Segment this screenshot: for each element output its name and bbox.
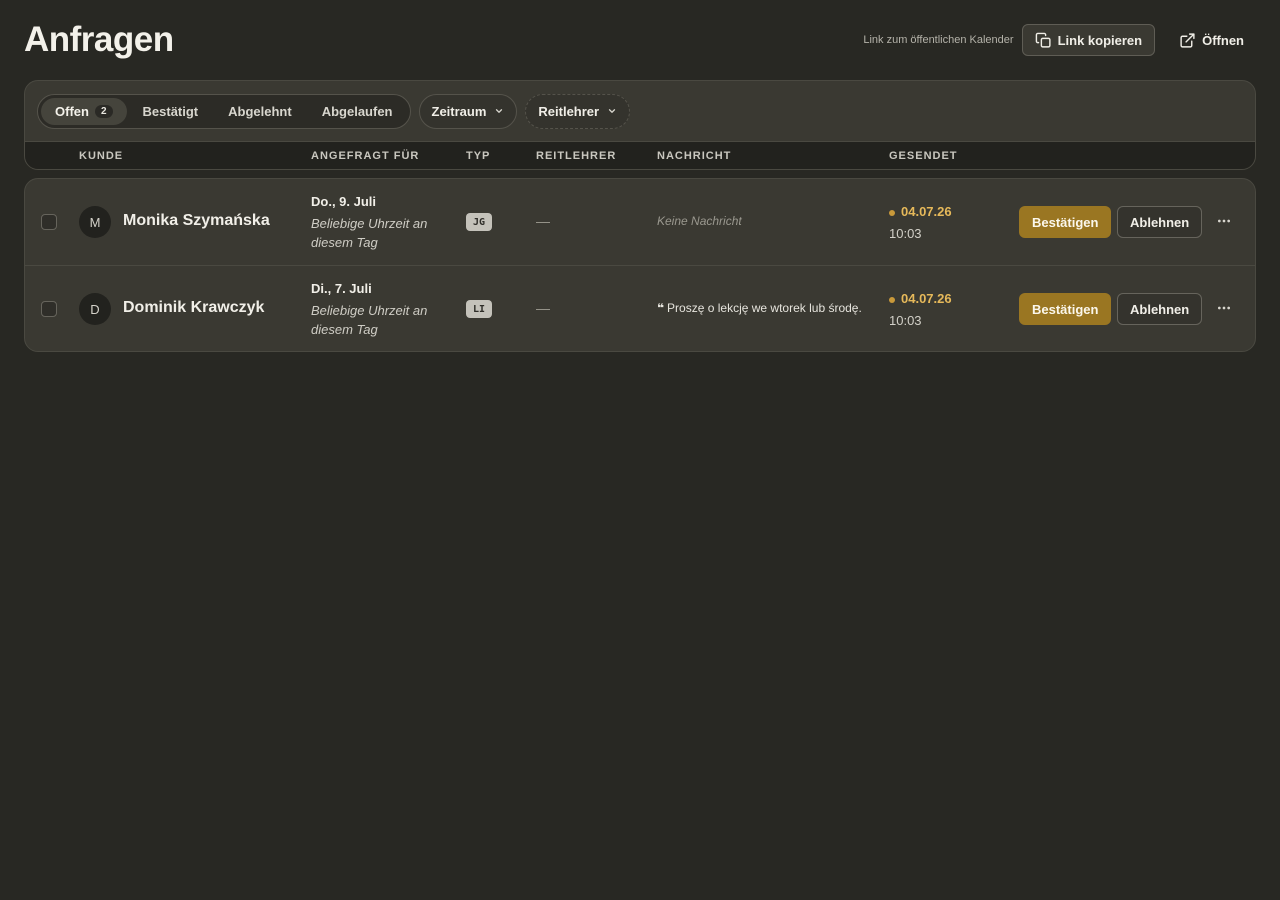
tab-confirmed[interactable]: Bestätigt (129, 98, 213, 125)
open-link-label: Öffnen (1202, 32, 1244, 48)
column-header-teacher: REITLEHRER (536, 150, 617, 162)
status-tabs: Offen 2 Bestätigt Abgelehnt Abgelaufen (37, 93, 411, 129)
chevron-down-icon (607, 106, 617, 116)
column-header-requested-for: ANGEFRAGT FÜR (311, 150, 420, 162)
avatar: D (79, 293, 111, 325)
tab-open-label: Offen (55, 103, 89, 119)
confirm-button[interactable]: Bestätigen (1019, 206, 1112, 238)
sent-date: 04.07.26 (901, 291, 952, 306)
tab-expired-label: Abgelaufen (321, 103, 393, 119)
page-title: Anfragen (24, 20, 174, 59)
tab-open[interactable]: Offen 2 (41, 97, 127, 125)
table-row: M Monika Szymańska Do., 9. Juli Beliebig… (25, 179, 1255, 265)
table-header: KUNDE ANGEFRAGT FÜR TYP REITLEHRER NACHR… (25, 141, 1255, 169)
open-count-badge: 2 (94, 104, 113, 118)
period-dropdown[interactable]: Zeitraum (418, 93, 518, 129)
tab-rejected[interactable]: Abgelehnt (214, 98, 306, 125)
more-options-button[interactable] (1213, 297, 1235, 319)
tab-confirmed-label: Bestätigt (142, 103, 199, 119)
column-header-type: TYP (466, 150, 491, 162)
requested-time: Beliebige Uhrzeit an diesem Tag (311, 216, 428, 250)
filter-card: Offen 2 Bestätigt Abgelehnt Abgelaufen Z… (24, 80, 1256, 170)
message-content: Proszę o lekcję we wtorek lub środę. (667, 301, 862, 315)
sent-indicator-dot (889, 297, 895, 303)
teacher-dropdown-label: Reitlehrer (538, 103, 600, 119)
message-text: Keine Nachricht (657, 214, 742, 228)
avatar: M (79, 206, 111, 238)
open-link-button[interactable]: Öffnen (1163, 24, 1256, 56)
period-dropdown-label: Zeitraum (431, 103, 487, 119)
more-horizontal-icon (1216, 213, 1232, 229)
copy-link-label: Link kopieren (1057, 32, 1143, 48)
public-link-label: Link zum öffentlichen Kalender (863, 34, 1014, 46)
filter-bar: Offen 2 Bestätigt Abgelehnt Abgelaufen Z… (25, 81, 1255, 141)
tab-rejected-label: Abgelehnt (228, 103, 292, 119)
row-checkbox[interactable] (41, 301, 57, 317)
requested-time: Beliebige Uhrzeit an diesem Tag (311, 303, 428, 337)
copy-icon (1035, 32, 1052, 49)
external-link-icon (1179, 32, 1196, 49)
table-row: D Dominik Krawczyk Di., 7. Juli Beliebig… (25, 265, 1255, 351)
top-actions: Link zum öffentlichen Kalender Link kopi… (863, 24, 1256, 56)
teacher-dropdown[interactable]: Reitlehrer (525, 93, 631, 129)
reject-button[interactable]: Ablehnen (1117, 293, 1203, 325)
sent-date: 04.07.26 (901, 204, 952, 219)
customer-name: Monika Szymańska (123, 212, 270, 229)
customer-name: Dominik Krawczyk (123, 299, 265, 316)
chevron-down-icon (494, 106, 504, 116)
column-header-message: NACHRICHT (657, 150, 732, 162)
more-options-button[interactable] (1213, 210, 1235, 232)
quote-icon: ❝ (657, 301, 665, 315)
type-badge: JG (466, 213, 493, 231)
column-header-customer: KUNDE (79, 150, 124, 162)
row-checkbox[interactable] (41, 214, 57, 230)
reject-button[interactable]: Ablehnen (1117, 206, 1203, 238)
requested-date: Do., 9. Juli (311, 194, 377, 209)
sent-indicator-dot (889, 210, 895, 216)
more-horizontal-icon (1216, 300, 1232, 316)
requested-date: Di., 7. Juli (311, 281, 372, 296)
message-text: ❝ Proszę o lekcję we wtorek lub środę. (657, 301, 862, 315)
confirm-button[interactable]: Bestätigen (1019, 293, 1112, 325)
tab-expired[interactable]: Abgelaufen (308, 98, 407, 125)
copy-link-button[interactable]: Link kopieren (1021, 24, 1156, 56)
type-badge: LI (466, 300, 493, 318)
teacher-value: — (536, 300, 550, 316)
sent-time: 10:03 (889, 226, 922, 241)
column-header-sent: GESENDET (889, 150, 958, 162)
teacher-value: — (536, 213, 550, 229)
sent-time: 10:03 (889, 313, 922, 328)
requests-table: M Monika Szymańska Do., 9. Juli Beliebig… (24, 178, 1256, 352)
